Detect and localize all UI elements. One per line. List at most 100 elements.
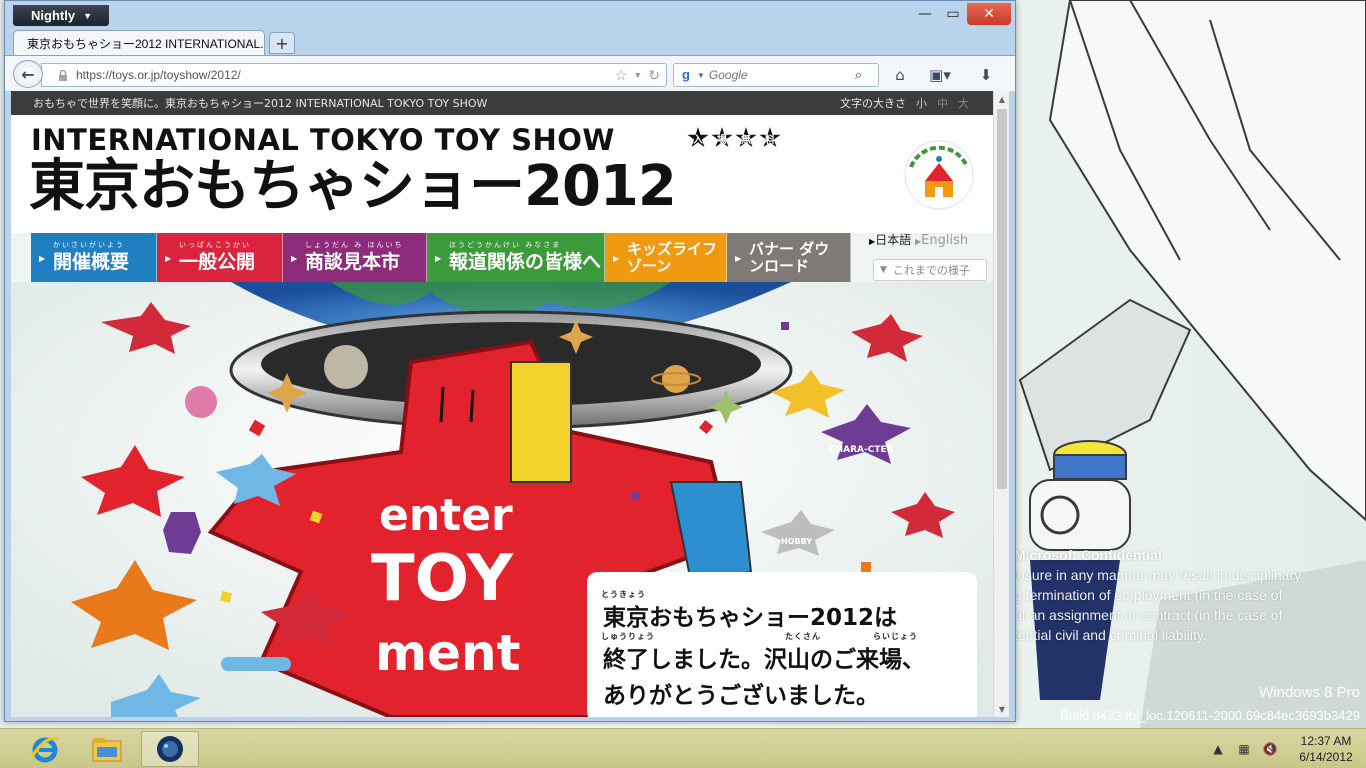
web-page: おもちゃで世界を笑顔に。東京おもちゃショー2012 INTERNATIONAL … [11, 91, 993, 717]
home-icon: ⌂ [895, 66, 905, 84]
maximize-button[interactable]: ▭ [939, 3, 967, 25]
nightly-taskbar-button[interactable] [141, 731, 199, 767]
search-input[interactable] [708, 68, 855, 82]
hobby-badge-text: HOBBY [781, 537, 812, 546]
nav-item-press[interactable]: ほうどうかんけい みなさま 報道関係の皆様へ [427, 233, 605, 282]
event-ended-notice: とうきょう 東京おもちゃショー2012は しゅうりょう たくさん らいじょう 終… [587, 572, 977, 717]
bookmarks-icon: ▣▾ [929, 66, 951, 84]
network-icon[interactable]: ▦ [1234, 739, 1254, 759]
volume-muted-icon[interactable]: 🔇 [1260, 739, 1280, 759]
app-button-label: Nightly [31, 8, 76, 23]
browser-window: Nightly ▼ — ▭ ✕ 東京おもちゃショー2012 INTERNATIO… [4, 0, 1016, 722]
navigation-bar: https://toys.or.jp/toyshow/2012/ ☆ ▼ ↻ ←… [5, 55, 1015, 91]
watermark-line: tential civil and criminal liability. [1014, 627, 1207, 643]
nav-ruby: しょうだん み ほんいち [305, 241, 404, 249]
history-dropdown-icon[interactable]: ▼ [633, 70, 642, 80]
vertical-scrollbar[interactable]: ▲ ▼ [993, 91, 1009, 717]
taskbar: ▲ ▦ 🔇 12:37 AM 6/14/2012 [0, 728, 1366, 768]
ie-taskbar-button[interactable] [16, 731, 74, 767]
site-header: INTERNATIONAL TOKYO TOY SHOW 入 場 無 料 東京お… [11, 115, 993, 233]
url-actions: ☆ ▼ ↻ [615, 67, 660, 84]
clock-date: 6/14/2012 [1299, 750, 1353, 764]
downloads-button[interactable]: ⬇ [973, 64, 999, 86]
font-size-controls: 文字の大きさ 小 中 大 [840, 91, 969, 115]
nav-label: 商談見本市 [305, 251, 401, 273]
windows-build: Build 8432.fbl_loc.120611-2000.69c84ec36… [1060, 708, 1360, 723]
watermark-line: g termination of employment (in the case… [1014, 587, 1283, 603]
tab-title: 東京おもちゃショー2012 INTERNATIONAL... [27, 37, 265, 51]
star-badge: 入 [687, 127, 709, 148]
lang-ja-link[interactable]: 日本語 [875, 233, 911, 247]
notice-line-1: 東京おもちゃショー2012は [603, 605, 898, 631]
top-strip: おもちゃで世界を笑顔に。東京おもちゃショー2012 INTERNATIONAL … [11, 91, 993, 115]
tab-active[interactable]: 東京おもちゃショー2012 INTERNATIONAL... [13, 30, 265, 56]
nav-ruby: ほうどうかんけい みなさま [449, 241, 562, 249]
history-dropdown[interactable]: ▼ これまでの様子 [873, 259, 987, 281]
minimize-button[interactable]: — [911, 3, 939, 25]
free-entry-stars: 入 場 無 料 [687, 127, 781, 149]
notice-line-2: 終了しました。沢山のご来場、 [603, 647, 925, 673]
top-strip-text: おもちゃで世界を笑顔に。東京おもちゃショー2012 INTERNATIONAL … [33, 97, 488, 110]
search-box[interactable]: g ▼ ⌕ [673, 63, 879, 87]
watermark-line: of an assignment or contract (in the cas… [1014, 607, 1283, 623]
new-tab-button[interactable]: + [269, 32, 295, 54]
watermark-line: losure in any manner may result in disci… [1014, 567, 1302, 583]
main-nav: かいさいがいよう 開催概要 いっぱんこうかい 一般公開 しょうだん み ほんいち… [31, 233, 851, 282]
url-bar[interactable]: https://toys.or.jp/toyshow/2012/ ☆ ▼ ↻ [41, 63, 667, 87]
explorer-taskbar-button[interactable] [78, 731, 136, 767]
back-arrow-icon: ← [21, 64, 35, 84]
nightly-menu-button[interactable]: Nightly ▼ [13, 5, 109, 26]
nav-ruby: いっぱんこうかい [179, 241, 251, 249]
scrollbar-thumb[interactable] [997, 109, 1007, 489]
caret-down-icon: ▼ [83, 10, 92, 21]
lock-icon [59, 69, 67, 81]
nav-label: バナー ダウンロード [749, 239, 830, 275]
bookmark-star-icon[interactable]: ☆ [615, 67, 628, 84]
nav-label: 一般公開 [179, 251, 256, 273]
nav-label: 報道関係の皆様へ [449, 251, 602, 273]
nav-label: 開催概要 [53, 251, 130, 273]
hero-ment-text: ment [375, 624, 521, 682]
language-switch: ▶日本語 ▶English [869, 233, 969, 248]
star-badge: 料 [759, 127, 781, 148]
star-badge: 場 [711, 127, 733, 148]
clock[interactable]: 12:37 AM 6/14/2012 [1286, 733, 1366, 765]
windows-edition: Windows 8 Pro [1259, 684, 1360, 701]
home-button[interactable]: ⌂ [887, 64, 913, 86]
font-large-button[interactable]: 大 [958, 95, 969, 111]
header-title-en: INTERNATIONAL TOKYO TOY SHOW [31, 123, 615, 157]
font-small-button[interactable]: 小 [916, 95, 927, 111]
watermark-title: Microsoft Confidential [1014, 547, 1162, 563]
hero-enter-text: enter [379, 490, 513, 541]
font-size-label: 文字の大きさ [840, 97, 906, 110]
scroll-up-icon[interactable]: ▲ [994, 91, 1010, 107]
nav-item-public-days[interactable]: いっぱんこうかい 一般公開 [157, 233, 283, 282]
back-button[interactable]: ← [13, 60, 43, 88]
search-icon[interactable]: ⌕ [855, 67, 862, 83]
engine-dropdown-icon[interactable]: ▼ [697, 71, 705, 80]
tab-strip: 東京おもちゃショー2012 INTERNATIONAL... + [5, 28, 1015, 56]
character-badge-text: CHARA-CTER [829, 445, 894, 455]
emblem-logo [904, 140, 974, 210]
show-hidden-icons-icon[interactable]: ▲ [1208, 739, 1228, 759]
system-tray: ▲ ▦ 🔇 12:37 AM 6/14/2012 [1208, 729, 1366, 768]
folder-icon [92, 738, 122, 762]
dropdown-icon: ▼ [880, 265, 887, 275]
internet-explorer-icon [30, 736, 60, 763]
nav-item-banner-download[interactable]: バナー ダウンロード [727, 233, 851, 282]
scroll-down-icon[interactable]: ▼ [994, 701, 1010, 717]
lang-en-link[interactable]: English [921, 233, 968, 248]
font-medium-button[interactable]: 中 [937, 95, 948, 111]
url-text: https://toys.or.jp/toyshow/2012/ [76, 68, 241, 82]
nav-item-overview[interactable]: かいさいがいよう 開催概要 [31, 233, 157, 282]
history-label: これまでの様子 [892, 264, 970, 277]
header-title-ja: 東京おもちゃショー2012 [29, 154, 677, 219]
window-controls: — ▭ ✕ [911, 3, 1011, 25]
nav-item-trade-fair[interactable]: しょうだん み ほんいち 商談見本市 [283, 233, 427, 282]
notice-line-3: ありがとうございました。 [603, 683, 879, 709]
reload-icon[interactable]: ↻ [648, 67, 660, 84]
nav-item-kids-life-zone[interactable]: キッズライフ ゾーン [605, 233, 727, 282]
bookmarks-button[interactable]: ▣▾ [923, 64, 957, 86]
nightly-globe-icon [157, 736, 183, 762]
close-window-button[interactable]: ✕ [967, 3, 1011, 25]
